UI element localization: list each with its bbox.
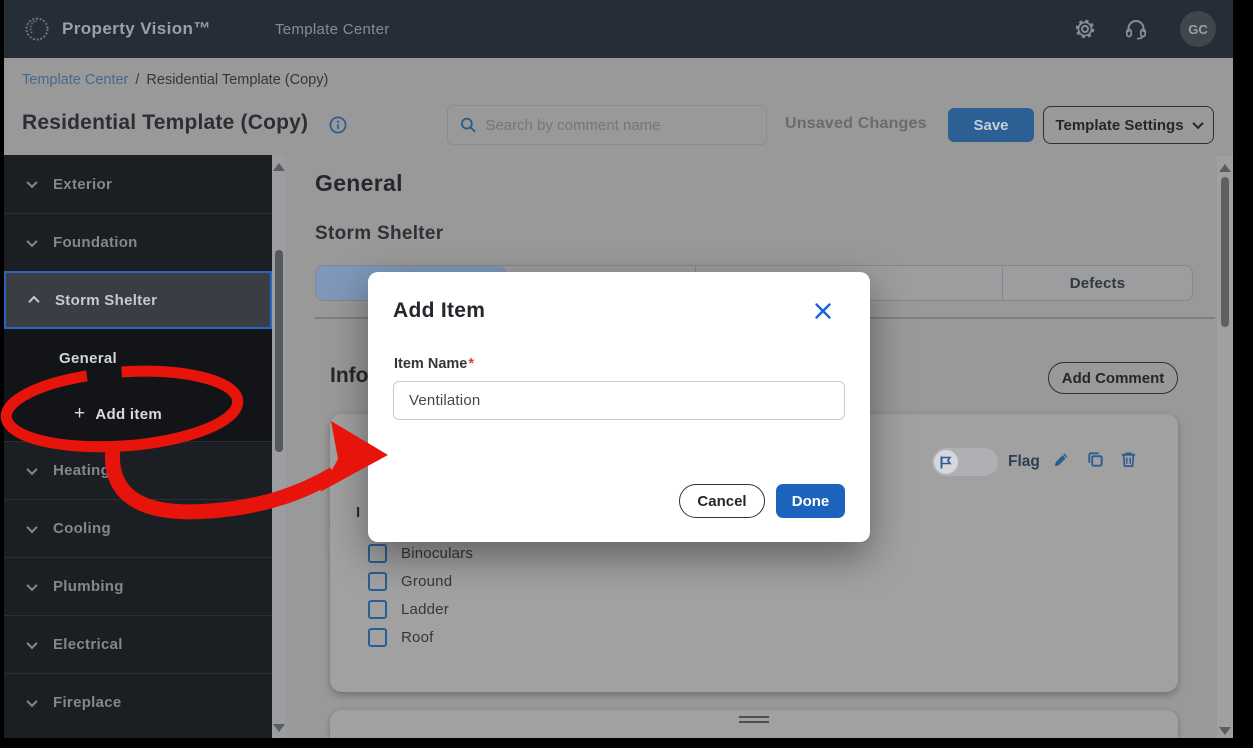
avatar[interactable]: GC <box>1180 11 1216 47</box>
chevron-down-icon <box>26 579 37 590</box>
breadcrumb: Template Center / Residential Template (… <box>22 72 328 88</box>
checkbox-label: Ground <box>401 573 452 590</box>
sidebar-item-storm-shelter[interactable]: Storm Shelter <box>4 271 272 329</box>
sidebar-item-electrical[interactable]: Electrical <box>4 615 272 673</box>
app-screen: Property Vision™ Template Center GC Temp… <box>0 0 1253 748</box>
item-name-label-text: Item Name <box>394 356 467 372</box>
checkbox-roof[interactable] <box>368 628 387 647</box>
main-scroll-up-arrow[interactable] <box>1219 164 1231 172</box>
flag-icon <box>939 455 953 470</box>
add-item-label: Add item <box>95 406 162 423</box>
frame-right <box>1233 0 1253 748</box>
edit-pencil-icon[interactable] <box>1052 450 1071 469</box>
search-icon <box>460 116 476 134</box>
chevron-down-icon <box>26 521 37 532</box>
sidebar-scroll-down-arrow[interactable] <box>273 724 285 732</box>
brand-title: Property Vision™ <box>62 0 211 58</box>
close-icon[interactable] <box>814 302 832 320</box>
item-name-input[interactable] <box>393 381 845 420</box>
sidebar-item-fireplace[interactable]: Fireplace <box>4 673 272 731</box>
chevron-down-icon <box>26 637 37 648</box>
add-comment-button[interactable]: Add Comment <box>1048 362 1178 394</box>
trash-icon[interactable] <box>1119 450 1138 469</box>
frame-bottom <box>0 738 1253 748</box>
checklist-row: Binoculars <box>368 544 473 563</box>
main-scrollbar-thumb[interactable] <box>1221 177 1229 327</box>
sidebar-item-label: Fireplace <box>53 694 122 711</box>
sidebar-item-exterior[interactable]: Exterior <box>4 155 272 213</box>
information-heading-partial: Info <box>330 364 368 388</box>
add-item-modal: Add Item Item Name* Cancel Done <box>368 272 870 542</box>
chevron-down-icon <box>26 235 37 246</box>
topnav-template-center[interactable]: Template Center <box>275 0 390 58</box>
section-heading: General <box>315 170 403 197</box>
next-comment-card <box>330 710 1178 738</box>
checkbox-ladder[interactable] <box>368 600 387 619</box>
frame-left <box>0 0 4 748</box>
topbar: Property Vision™ Template Center GC <box>0 0 1233 58</box>
card-label-partial: I <box>356 504 360 521</box>
brand-logo-icon <box>24 16 50 42</box>
flag-toggle[interactable] <box>932 448 998 476</box>
sidebar-item-plumbing[interactable]: Plumbing <box>4 557 272 615</box>
sidebar-item-label: Storm Shelter <box>55 292 157 309</box>
chevron-up-icon <box>28 296 39 307</box>
search-input[interactable] <box>485 117 754 134</box>
plus-icon: + <box>74 403 85 425</box>
sidebar-item-label: Cooling <box>53 520 111 537</box>
sidebar-item-cooling[interactable]: Cooling <box>4 499 272 557</box>
checkbox-label: Roof <box>401 629 434 646</box>
main-scroll-down-arrow[interactable] <box>1219 727 1231 735</box>
sidebar: Exterior Foundation Storm Shelter Genera… <box>4 155 272 738</box>
checkbox-label: Binoculars <box>401 545 473 562</box>
breadcrumb-link[interactable]: Template Center <box>22 72 128 88</box>
flag-toggle-knob <box>934 450 958 474</box>
section-subheading: Storm Shelter <box>315 223 444 245</box>
save-button[interactable]: Save <box>948 108 1034 142</box>
info-icon[interactable] <box>329 116 347 134</box>
headset-icon[interactable] <box>1124 17 1148 41</box>
sidebar-item-label: Electrical <box>53 636 123 653</box>
sidebar-storm-shelter-children: General + Add item <box>4 329 272 441</box>
chevron-down-icon <box>26 695 37 706</box>
checkbox-ground[interactable] <box>368 572 387 591</box>
checklist-row: Ladder <box>368 600 449 619</box>
tab-defects[interactable]: Defects <box>1003 266 1192 300</box>
template-settings-button[interactable]: Template Settings <box>1043 106 1214 144</box>
sidebar-item-label: Exterior <box>53 176 112 193</box>
chevron-down-icon <box>1192 118 1203 129</box>
checklist-row: Ground <box>368 572 452 591</box>
breadcrumb-separator: / <box>135 72 139 88</box>
sidebar-scroll-up-arrow[interactable] <box>273 163 285 171</box>
cancel-button[interactable]: Cancel <box>679 484 765 518</box>
sidebar-subitem-general[interactable]: General <box>4 329 272 387</box>
flag-label: Flag <box>1008 453 1040 471</box>
drag-handle[interactable] <box>739 716 769 726</box>
checkbox-label: Ladder <box>401 601 449 618</box>
page-title: Residential Template (Copy) <box>22 111 308 135</box>
search-box <box>447 105 767 145</box>
checklist-row: Roof <box>368 628 434 647</box>
unsaved-changes-status: Unsaved Changes <box>785 115 927 133</box>
sidebar-scrollbar-thumb[interactable] <box>275 250 283 452</box>
modal-title: Add Item <box>393 299 485 323</box>
chevron-down-icon <box>26 463 37 474</box>
checkbox-binoculars[interactable] <box>368 544 387 563</box>
required-asterisk: * <box>468 356 474 372</box>
gear-icon[interactable] <box>1073 17 1097 41</box>
sidebar-item-label: Foundation <box>53 234 138 251</box>
item-name-label: Item Name* <box>394 356 474 372</box>
sidebar-add-item-button[interactable]: + Add item <box>4 387 272 441</box>
chevron-down-icon <box>26 177 37 188</box>
breadcrumb-current: Residential Template (Copy) <box>146 72 328 88</box>
sidebar-item-label: Heating <box>53 462 110 479</box>
duplicate-icon[interactable] <box>1086 450 1105 469</box>
done-button[interactable]: Done <box>776 484 845 518</box>
sidebar-item-label: Plumbing <box>53 578 124 595</box>
sidebar-item-heating[interactable]: Heating <box>4 441 272 499</box>
template-settings-label: Template Settings <box>1055 117 1183 134</box>
sidebar-item-foundation[interactable]: Foundation <box>4 213 272 271</box>
